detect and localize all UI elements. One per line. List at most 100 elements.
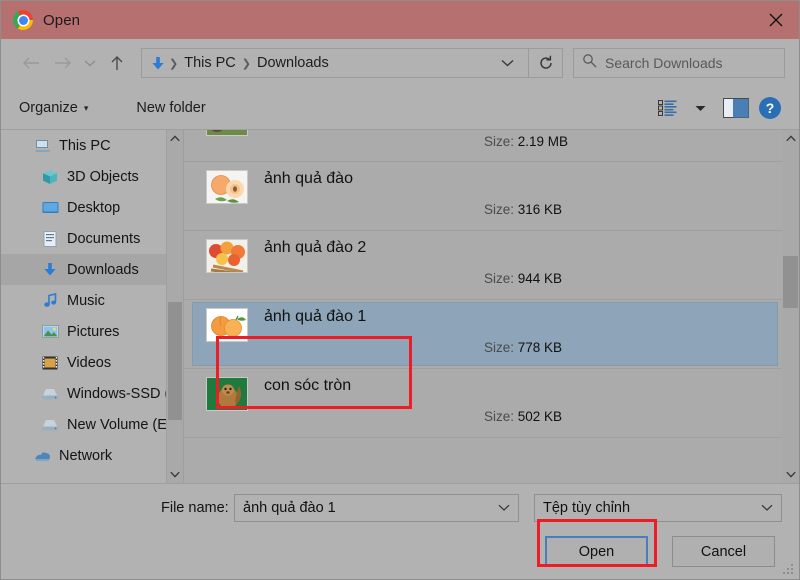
refresh-icon[interactable] <box>529 48 563 78</box>
file-size-label: Size: <box>484 134 514 149</box>
address-dropdown-icon[interactable] <box>493 56 522 70</box>
dialog-body: This PC 3D Objects Desktop Documents Downloa… <box>1 129 799 483</box>
search-box[interactable]: Search Downloads <box>573 48 785 78</box>
desktop-icon <box>41 200 59 216</box>
sidebar-item-3d-objects[interactable]: 3D Objects <box>1 161 183 192</box>
help-icon[interactable]: ? <box>759 97 781 119</box>
command-toolbar: Organize ▾ New folder <box>1 87 799 129</box>
sidebar-item-label: 3D Objects <box>67 169 139 185</box>
file-list-scroll-up-button[interactable] <box>782 130 799 147</box>
open-button[interactable]: Open <box>545 536 648 567</box>
sidebar-item-label: Pictures <box>67 324 119 340</box>
file-size: Size: 944 KB <box>484 271 562 286</box>
chevron-down-icon: ▾ <box>84 103 89 114</box>
sidebar-item-new-volume-e[interactable]: New Volume (E:) <box>1 409 183 440</box>
file-name-label: File name: <box>161 500 229 516</box>
sidebar-item-downloads[interactable]: Downloads <box>1 254 183 285</box>
chrome-logo-icon <box>13 10 33 30</box>
forward-button[interactable] <box>47 47 79 79</box>
sidebar-item-documents[interactable]: Documents <box>1 223 183 254</box>
sidebar-scrollbar-thumb[interactable] <box>168 302 182 420</box>
peaches-thumbnail <box>206 239 248 273</box>
file-size-value: 316 KB <box>518 202 562 217</box>
file-row[interactable]: con thỏ nâu mũi tênSize: 2.19 MB <box>184 130 782 162</box>
sidebar-item-music[interactable]: Music <box>1 285 183 316</box>
peach-thumbnail <box>206 170 248 204</box>
sidebar-item-desktop[interactable]: Desktop <box>1 192 183 223</box>
dialog-footer: File name: ảnh quả đào 1 Tệp tùy chỉnh O… <box>1 483 799 579</box>
recent-locations-button[interactable] <box>79 47 101 79</box>
sidebar-item-label: Desktop <box>67 200 120 216</box>
sidebar-item-label: Network <box>59 448 112 464</box>
resize-grip-icon[interactable] <box>783 564 795 576</box>
window-title: Open <box>43 12 80 29</box>
sidebar-item-label: This PC <box>59 138 111 154</box>
sidebar-item-label: Music <box>67 293 105 309</box>
sidebar-scrollbar[interactable] <box>166 130 183 483</box>
back-button[interactable] <box>15 47 47 79</box>
sidebar-item-network[interactable]: Network <box>1 440 183 471</box>
file-list-scrollbar-thumb[interactable] <box>783 256 798 308</box>
file-size-label: Size: <box>484 202 514 217</box>
file-list-scroll-area: con thỏ nâu mũi tênSize: 2.19 MBảnh quả … <box>184 130 782 483</box>
sidebar-item-pictures[interactable]: Pictures <box>1 316 183 347</box>
file-size: Size: 2.19 MB <box>484 134 568 149</box>
file-size-value: 944 KB <box>518 271 562 286</box>
file-size-value: 502 KB <box>518 409 562 424</box>
file-list: con thỏ nâu mũi tênSize: 2.19 MBảnh quả … <box>184 130 782 438</box>
file-row[interactable]: ảnh quả đào 1Size: 778 KB <box>184 300 782 369</box>
chevron-down-icon[interactable] <box>498 502 510 514</box>
file-type-select[interactable]: Tệp tùy chỉnh <box>534 494 782 522</box>
sidebar-item-label: New Volume (E:) <box>67 417 176 433</box>
chevron-down-icon[interactable] <box>761 502 773 514</box>
view-list-icon[interactable] <box>655 97 681 119</box>
sidebar-item-this-pc[interactable]: This PC <box>1 130 183 161</box>
drive-icon <box>41 386 59 402</box>
new-folder-button[interactable]: New folder <box>136 100 205 116</box>
sidebar-item-windows-ssd-c[interactable]: Windows-SSD (C <box>1 378 183 409</box>
file-type-value: Tệp tùy chỉnh <box>543 500 630 516</box>
search-icon <box>582 53 597 73</box>
sidebar-item-label: Videos <box>67 355 111 371</box>
file-row[interactable]: ảnh quả đào Size: 316 KB <box>184 162 782 231</box>
peach-pair-thumbnail <box>206 308 248 342</box>
sidebar-item-label: Windows-SSD (C <box>67 386 180 402</box>
file-name-input[interactable]: ảnh quả đào 1 <box>234 494 519 522</box>
sidebar-item-videos[interactable]: Videos <box>1 347 183 378</box>
breadcrumb-item-this-pc[interactable]: This PC <box>179 55 241 71</box>
file-row[interactable]: ảnh quả đào 2Size: 944 KB <box>184 231 782 300</box>
file-list-scrollbar[interactable] <box>782 130 799 483</box>
preview-pane-icon[interactable] <box>719 97 753 119</box>
file-row[interactable]: con sóc tròn Size: 502 KB <box>184 369 782 438</box>
close-icon[interactable] <box>753 1 799 39</box>
sidebar-item-label: Downloads <box>67 262 139 278</box>
file-size: Size: 502 KB <box>484 409 562 424</box>
navigation-bar: ❯ This PC ❯ Downloads Search Downloads <box>1 39 799 87</box>
sidebar-item-label: Documents <box>67 231 140 247</box>
music-icon <box>41 293 59 309</box>
videos-icon <box>41 355 59 371</box>
squirrel-thumbnail <box>206 377 248 411</box>
sidebar-scroll-up-button[interactable] <box>167 130 183 147</box>
file-list-scroll-down-button[interactable] <box>782 466 799 483</box>
up-button[interactable] <box>101 47 133 79</box>
cancel-button[interactable]: Cancel <box>672 536 775 567</box>
3d-objects-icon <box>41 169 59 185</box>
file-name: con sóc tròn <box>264 377 351 395</box>
address-bar[interactable]: ❯ This PC ❯ Downloads <box>141 48 529 78</box>
open-file-dialog: Open ❯ This PC ❯ <box>0 0 800 580</box>
toolbar-right-group: ? <box>655 97 781 119</box>
organize-button[interactable]: Organize ▾ <box>19 100 88 116</box>
drive-icon <box>41 417 59 433</box>
breadcrumb-separator: ❯ <box>168 57 179 70</box>
downloads-icon <box>41 262 59 278</box>
file-name: ảnh quả đào <box>264 170 353 188</box>
view-options-chevron-down-icon[interactable] <box>687 97 713 119</box>
file-size-value: 2.19 MB <box>518 134 568 149</box>
search-input[interactable]: Search Downloads <box>605 55 723 71</box>
breadcrumb-item-downloads[interactable]: Downloads <box>252 55 334 71</box>
title-bar: Open <box>1 1 799 39</box>
sidebar-scroll-down-button[interactable] <box>167 466 183 483</box>
file-size-label: Size: <box>484 409 514 424</box>
breadcrumb-separator: ❯ <box>241 57 252 70</box>
